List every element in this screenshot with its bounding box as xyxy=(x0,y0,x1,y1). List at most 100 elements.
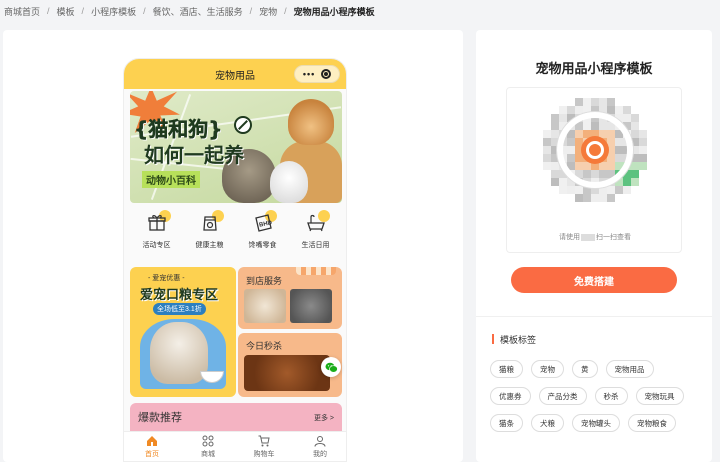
category-activity[interactable]: 活动专区 xyxy=(132,210,182,261)
breadcrumb-catering[interactable]: 餐饮、酒店、生活服务 xyxy=(153,5,243,18)
qr-pixel xyxy=(559,178,567,186)
tab-mall[interactable]: 商城 xyxy=(183,432,233,461)
qr-pixel xyxy=(567,106,575,114)
breadcrumb-templates[interactable]: 模板 xyxy=(57,5,75,18)
tag-chip[interactable]: 宠物 xyxy=(531,360,564,378)
cat-image xyxy=(150,322,208,384)
breadcrumb-home[interactable]: 商城首页 xyxy=(4,5,40,18)
tag-chip[interactable]: 宠物玩具 xyxy=(635,387,684,405)
qr-pixel xyxy=(543,138,551,146)
breadcrumb: 商城首页 / 模板 / 小程序模板 / 餐饮、酒店、生活服务 / 宠物 / 宠物… xyxy=(4,4,375,18)
qr-pixel xyxy=(639,138,647,146)
promo-headline: 爱宠口粮专区 xyxy=(140,287,219,302)
bathtub-icon xyxy=(304,210,330,235)
qr-pixel xyxy=(615,186,623,194)
qr-pixel xyxy=(615,106,623,114)
flash-sale-title: 今日秒杀 xyxy=(246,341,283,351)
qr-pixel xyxy=(551,162,559,170)
qr-pixel xyxy=(607,106,615,114)
category-snacks[interactable]: BHD 馋嘴零食 xyxy=(238,210,288,261)
qr-pixel xyxy=(607,194,615,202)
tags-heading-text: 模板标签 xyxy=(500,334,537,345)
banner-subtitle: 动物小百科 xyxy=(142,171,200,188)
tag-chip[interactable]: 黄 xyxy=(572,360,598,378)
category-daily-use[interactable]: 生活日用 xyxy=(291,210,341,261)
qr-pixel xyxy=(639,154,647,162)
tag-chip[interactable]: 犬粮 xyxy=(531,414,564,432)
free-build-button[interactable]: 免费搭建 xyxy=(511,267,677,293)
template-info-panel: 宠物用品小程序模板 请使用 扫一扫查看 免费搭建 模板标签 猫粮 宠物黄宠物用品 优惠… xyxy=(476,30,712,462)
template-tags: 猫粮 宠物黄宠物用品优惠券 产品分类 秒杀 宠物玩具猫条 犬粮 宠物罐头 宠物粮食 xyxy=(490,360,700,432)
close-target-icon[interactable] xyxy=(321,69,332,79)
qr-pixel xyxy=(631,178,639,186)
store-service-title: 到店服务 xyxy=(246,276,283,286)
qr-pixel xyxy=(631,114,639,122)
qr-pixel xyxy=(583,194,591,202)
qr-pixel xyxy=(639,162,647,170)
cart-icon xyxy=(258,435,270,446)
category-label: 活动专区 xyxy=(142,242,171,249)
food-bag-icon xyxy=(198,210,224,235)
qr-pixel xyxy=(543,154,551,162)
qr-pixel xyxy=(591,194,599,202)
qr-caption-after: 扫一扫查看 xyxy=(596,234,631,241)
qr-pixel xyxy=(559,106,567,114)
hero-banner[interactable]: {猫和狗} 如何一起养 动物小百科 xyxy=(130,91,342,203)
phone-preview[interactable]: 宠物用品 ••• {猫和狗} 如何一起养 动物小百科 活动专区 健康主粮 BHD… xyxy=(123,58,347,462)
banner-headline-1: {猫和狗} xyxy=(134,117,223,141)
banner-headline-2: 如何一起养 xyxy=(144,143,244,167)
qr-pixel xyxy=(583,98,591,106)
wechat-share-button[interactable] xyxy=(321,357,341,377)
bottom-tab-bar: 首页 商城 购物车 我的 xyxy=(124,431,346,461)
qr-pixel xyxy=(623,114,631,122)
qr-pixel xyxy=(559,114,567,122)
qr-pixel xyxy=(631,170,639,178)
home-icon xyxy=(147,435,157,446)
miniprogram-capsule[interactable]: ••• xyxy=(294,65,340,83)
qr-pixel xyxy=(631,122,639,130)
tag-chip[interactable]: 秒杀 xyxy=(594,387,628,405)
bbd-bag-icon: BHD xyxy=(251,210,277,235)
tag-chip[interactable]: 猫粮 xyxy=(490,360,523,378)
category-staple-food[interactable]: 健康主粮 xyxy=(185,210,235,261)
tag-chip[interactable]: 优惠券 xyxy=(490,387,531,405)
pet-food-image xyxy=(244,355,330,391)
more-dots-icon[interactable]: ••• xyxy=(303,69,315,79)
qr-pixel xyxy=(559,186,567,194)
breadcrumb-separator: / xyxy=(81,6,85,16)
qr-pixel xyxy=(551,178,559,186)
tag-chip[interactable]: 产品分类 xyxy=(538,387,587,405)
qr-pixel xyxy=(567,186,575,194)
qr-pixel xyxy=(599,194,607,202)
qr-pixel xyxy=(639,146,647,154)
qr-pixel xyxy=(543,130,551,138)
tag-chip[interactable]: 猫条 xyxy=(490,414,523,432)
tab-cart[interactable]: 购物车 xyxy=(239,432,289,461)
heading-accent-bar xyxy=(492,334,494,344)
tag-chip[interactable]: 宠物罐头 xyxy=(572,414,620,432)
category-label: 健康主粮 xyxy=(195,242,224,249)
qr-pixel xyxy=(551,170,559,178)
store-service-card[interactable]: 到店服务 xyxy=(238,267,342,329)
breadcrumb-pets[interactable]: 宠物 xyxy=(259,5,277,18)
qr-pixel xyxy=(623,106,631,114)
qr-pixel xyxy=(575,194,583,202)
tab-label: 我的 xyxy=(313,450,327,458)
food-zone-promo[interactable]: - 爱宠优惠 - 爱宠口粮专区 全场低至3.1折 xyxy=(130,267,236,397)
breadcrumb-separator: / xyxy=(47,6,50,16)
qr-code-image xyxy=(543,98,647,202)
breadcrumb-separator: / xyxy=(284,6,287,16)
grid-icon xyxy=(202,435,214,446)
qr-pixel xyxy=(551,114,559,122)
tab-mine[interactable]: 我的 xyxy=(295,432,345,461)
tag-chip[interactable]: 宠物用品 xyxy=(605,360,654,378)
tab-label: 首页 xyxy=(145,450,159,458)
tag-chip[interactable]: 宠物粮食 xyxy=(628,414,676,432)
user-icon xyxy=(314,435,326,447)
tab-home[interactable]: 首页 xyxy=(127,432,177,461)
breadcrumb-miniprogram[interactable]: 小程序模板 xyxy=(91,5,136,18)
qr-pixel xyxy=(631,162,639,170)
more-link[interactable]: 更多 > xyxy=(314,413,334,423)
compass-icon xyxy=(234,116,252,134)
white-cat-image xyxy=(270,161,308,203)
